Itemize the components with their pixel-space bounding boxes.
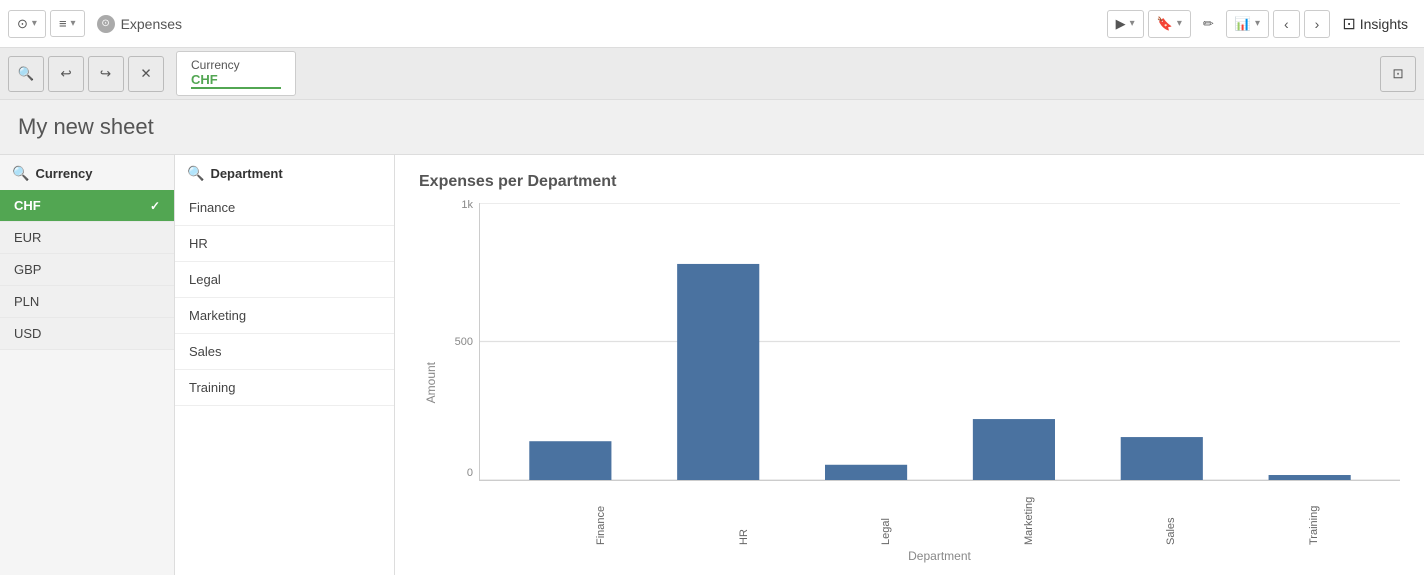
- play-icon: ▶: [1116, 16, 1126, 32]
- filter-tools-right: ⊡: [1380, 56, 1416, 92]
- y-tick-0: 0: [467, 467, 473, 479]
- dept-item-training[interactable]: Training: [175, 370, 394, 406]
- currency-search-icon: 🔍: [12, 165, 29, 182]
- currency-label-gbp: GBP: [14, 262, 41, 277]
- dept-item-finance[interactable]: Finance: [175, 190, 394, 226]
- insights-label: Insights: [1360, 16, 1408, 32]
- insights-button[interactable]: ⊡ Insights: [1334, 9, 1416, 39]
- y-axis: 1k 500 0: [443, 203, 479, 481]
- bookmark-icon: 🔖: [1157, 16, 1173, 32]
- x-axis-title: Department: [443, 549, 1400, 563]
- currency-item-usd[interactable]: USD: [0, 318, 174, 350]
- search-filter-button[interactable]: 🔍: [8, 56, 44, 92]
- currency-label-usd: USD: [14, 326, 41, 341]
- currency-label-eur: EUR: [14, 230, 41, 245]
- department-panel-header: 🔍 Department: [175, 155, 394, 190]
- list-dropdown-icon: ▾: [71, 18, 76, 29]
- chart-bars-area: [479, 203, 1400, 481]
- currency-label-pln: PLN: [14, 294, 39, 309]
- x-label-training: Training: [1308, 485, 1320, 545]
- app-icon: ⊙: [97, 15, 115, 33]
- top-toolbar: ⊙ ▾ ≡ ▾ ⊙ Expenses ▶ ▾ 🔖 ▾ ✏ 📊 ▾ ‹ ›: [0, 0, 1424, 48]
- list-button[interactable]: ≡ ▾: [50, 10, 85, 37]
- currency-item-pln[interactable]: PLN: [0, 286, 174, 318]
- department-panel: 🔍 Department Finance HR Legal Marketing …: [175, 155, 395, 575]
- x-axis-labels: Finance HR Legal Marketing Sales Trainin…: [443, 485, 1400, 545]
- chip-value: CHF: [191, 72, 281, 89]
- currency-panel-title: Currency: [35, 166, 92, 181]
- x-label-legal: Legal: [880, 485, 892, 545]
- list-icon: ≡: [59, 16, 67, 31]
- x-label-sales: Sales: [1165, 485, 1177, 545]
- selection-icon: ⊡: [1392, 66, 1403, 82]
- home-dropdown-icon: ▾: [32, 18, 37, 29]
- dept-item-marketing[interactable]: Marketing: [175, 298, 394, 334]
- x-label-hr: HR: [738, 485, 750, 545]
- clear-button[interactable]: ✕: [128, 56, 164, 92]
- bar-marketing[interactable]: [973, 419, 1055, 480]
- y-tick-500: 500: [455, 336, 473, 348]
- bookmark-button[interactable]: 🔖 ▾: [1148, 10, 1191, 38]
- home-button[interactable]: ⊙ ▾: [8, 10, 46, 38]
- undo-icon: ↩: [60, 66, 71, 82]
- department-panel-title: Department: [210, 166, 282, 181]
- bookmark-dropdown-icon: ▾: [1177, 18, 1182, 29]
- compass-icon: ⊙: [17, 16, 28, 32]
- chart-button[interactable]: 📊 ▾: [1226, 10, 1269, 38]
- currency-item-eur[interactable]: EUR: [0, 222, 174, 254]
- currency-panel-header: 🔍 Currency: [0, 155, 174, 190]
- chart-title: Expenses per Department: [419, 173, 1400, 191]
- undo-button[interactable]: ↩: [48, 56, 84, 92]
- sheet-title: My new sheet: [18, 114, 1406, 140]
- dept-item-legal[interactable]: Legal: [175, 262, 394, 298]
- chart-svg: [480, 203, 1400, 480]
- chart-panel: Expenses per Department Amount 1k 500 0: [395, 155, 1424, 575]
- selection-icon-button[interactable]: ⊡: [1380, 56, 1416, 92]
- department-search-icon: 🔍: [187, 165, 204, 182]
- edit-button[interactable]: ✏: [1195, 11, 1222, 37]
- toolbar-right: ▶ ▾ 🔖 ▾ ✏ 📊 ▾ ‹ › ⊡ Insights: [1107, 9, 1416, 39]
- pencil-icon: ✏: [1203, 16, 1214, 32]
- bar-finance[interactable]: [529, 441, 611, 480]
- chip-label: Currency: [191, 58, 281, 72]
- x-label-marketing: Marketing: [1023, 485, 1035, 545]
- check-icon: ✓: [150, 199, 160, 213]
- clear-icon: ✕: [140, 66, 151, 82]
- y-tick-1k: 1k: [461, 199, 473, 211]
- chart-dropdown-icon: ▾: [1255, 18, 1260, 29]
- redo-icon: ↩: [100, 66, 111, 82]
- bar-training[interactable]: [1269, 475, 1351, 480]
- sheet-title-bar: My new sheet: [0, 100, 1424, 155]
- currency-panel: 🔍 Currency CHF ✓ EUR GBP PLN USD: [0, 155, 175, 575]
- bar-hr[interactable]: [677, 264, 759, 480]
- nav-next-button[interactable]: ›: [1304, 10, 1331, 38]
- bar-legal[interactable]: [825, 465, 907, 480]
- main-content: 🔍 Currency CHF ✓ EUR GBP PLN USD 🔍 Depar…: [0, 155, 1424, 575]
- currency-label-chf: CHF: [14, 198, 41, 213]
- dept-item-hr[interactable]: HR: [175, 226, 394, 262]
- currency-item-gbp[interactable]: GBP: [0, 254, 174, 286]
- bar-sales[interactable]: [1121, 437, 1203, 480]
- presentation-button[interactable]: ▶ ▾: [1107, 10, 1144, 38]
- search-icon: 🔍: [18, 66, 35, 82]
- y-axis-label: Amount: [424, 362, 438, 403]
- currency-filter-chip[interactable]: Currency CHF: [176, 51, 296, 96]
- filter-tools-left: 🔍 ↩ ↩ ✕ Currency CHF: [8, 51, 296, 96]
- x-label-finance: Finance: [595, 485, 607, 545]
- currency-item-chf[interactable]: CHF ✓: [0, 190, 174, 222]
- redo-button[interactable]: ↩: [88, 56, 124, 92]
- toolbar-left: ⊙ ▾ ≡ ▾ ⊙ Expenses: [8, 10, 190, 38]
- play-dropdown-icon: ▾: [1130, 18, 1135, 29]
- chart-icon: 📊: [1235, 16, 1251, 32]
- dept-item-sales[interactable]: Sales: [175, 334, 394, 370]
- filter-toolbar: 🔍 ↩ ↩ ✕ Currency CHF ⊡: [0, 48, 1424, 100]
- insights-icon: ⊡: [1342, 14, 1355, 34]
- app-name-label: Expenses: [121, 16, 182, 32]
- nav-prev-button[interactable]: ‹: [1273, 10, 1300, 38]
- app-name-display: ⊙ Expenses: [89, 15, 190, 33]
